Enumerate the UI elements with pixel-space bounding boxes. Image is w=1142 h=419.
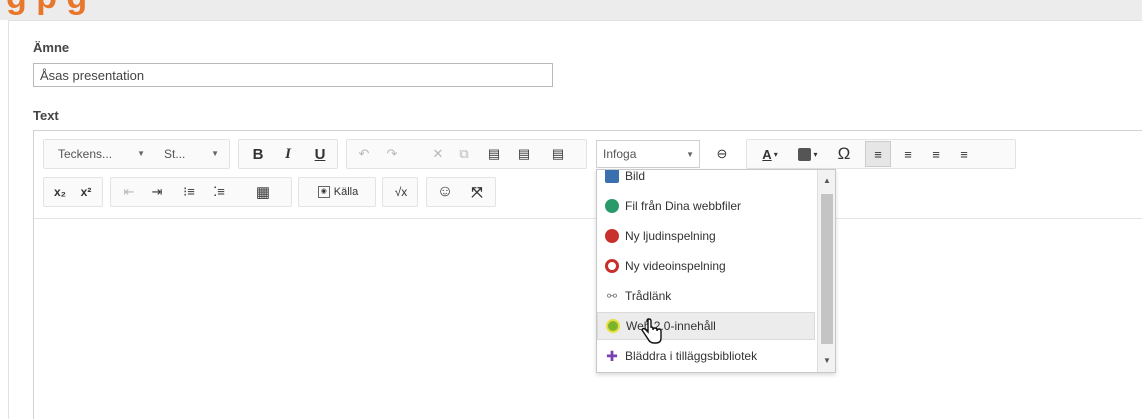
fullscreen-icon[interactable]: ⤧: [463, 178, 491, 206]
insert-menu-item-link[interactable]: ⚯ Trådlänk: [597, 282, 815, 310]
scroll-up-icon[interactable]: ▲: [823, 176, 831, 185]
align-right-icon[interactable]: ≡: [923, 140, 949, 168]
edit-group: ↶ ↷ ✕ ⧉ ▤ ▤ ▤: [346, 139, 587, 169]
indent-icon[interactable]: ⇥: [145, 178, 169, 206]
page-heading: g p g: [6, 0, 87, 17]
insert-menu-item-webfiles[interactable]: Fil från Dina webbfiler: [597, 192, 815, 220]
font-family-select[interactable]: Teckens... ▼: [52, 140, 150, 168]
menu-item-label: Bild: [625, 169, 646, 183]
bold-button[interactable]: B: [245, 140, 271, 168]
puzzle-icon: ✚: [606, 348, 618, 364]
misc-group: ☺ ⤧: [426, 177, 496, 207]
text-color-label: A: [762, 146, 772, 162]
text-style-group: B I U: [238, 139, 338, 169]
align-justify-icon[interactable]: ≡: [951, 140, 977, 168]
align-left-icon[interactable]: ≡: [865, 141, 891, 167]
subscript-button[interactable]: x₂: [48, 178, 72, 206]
source-label: Källa: [333, 186, 359, 198]
menu-item-label: Trådlänk: [625, 289, 672, 303]
image-icon: [605, 170, 619, 183]
bg-color-icon: [798, 147, 812, 161]
chevron-down-icon: ▼: [686, 150, 694, 159]
chevron-down-icon: ▾: [813, 149, 818, 159]
scroll-down-icon[interactable]: ▼: [823, 356, 831, 365]
smiley-icon[interactable]: ☺: [431, 178, 459, 206]
menu-item-label: Fil från Dina webbfiler: [625, 199, 742, 213]
scroll-thumb[interactable]: [821, 194, 833, 344]
insert-menu-scrollbar[interactable]: ▲ ▼: [817, 170, 835, 372]
insert-menu-item-library[interactable]: ✚ Bläddra i tilläggsbibliotek: [597, 342, 815, 370]
insert-menu-item-audio[interactable]: Ny ljudinspelning: [597, 222, 815, 250]
menu-item-label: Ny videoinspelning: [625, 259, 726, 273]
globe-icon: [605, 199, 619, 213]
chevron-down-icon: ▾: [773, 149, 778, 159]
web20-icon: [606, 319, 620, 333]
insert-menu-item-web20[interactable]: Web 2.0-innehåll: [597, 312, 815, 340]
source-icon: ◉: [317, 186, 330, 198]
table-icon[interactable]: ▦: [249, 178, 277, 206]
link-icon[interactable]: ⊖: [709, 140, 735, 168]
paste-text-icon[interactable]: ▤: [511, 140, 537, 168]
menu-item-label: Ny ljudinspelning: [625, 229, 716, 243]
chevron-down-icon: ▼: [137, 149, 145, 158]
paste-icon[interactable]: ▤: [481, 140, 507, 168]
special-char-button[interactable]: Ω: [831, 140, 857, 168]
insert-menu-item-image[interactable]: Bild: [597, 169, 815, 190]
math-group: √x: [382, 177, 418, 207]
list-group: ⇤ ⇥ ⁝≡ ⁚≡ ▦: [110, 177, 292, 207]
paste-word-icon[interactable]: ▤: [545, 140, 571, 168]
hand-cursor-icon: [641, 318, 662, 344]
align-center-icon[interactable]: ≡: [895, 140, 921, 168]
bullet-list-icon[interactable]: ⁚≡: [207, 178, 231, 206]
rich-text-editor[interactable]: Teckens... ▼ St... ▼ B I U ↶ ↷ ✕ ⧉ ▤ ▤ ▤…: [33, 130, 1142, 419]
cut-icon[interactable]: ✕: [425, 140, 451, 168]
color-align-group: A ▾ ▾ Ω ≡ ≡ ≡ ≡: [746, 139, 1016, 169]
insert-dropdown[interactable]: Infoga ▼: [596, 140, 700, 168]
insert-menu-item-video[interactable]: Ny videoinspelning: [597, 252, 815, 280]
undo-icon[interactable]: ↶: [351, 140, 377, 168]
underline-button[interactable]: U: [307, 140, 333, 168]
text-color-button[interactable]: A ▾: [753, 140, 787, 168]
outdent-icon[interactable]: ⇤: [117, 178, 141, 206]
source-group: ◉ Källa: [298, 177, 376, 207]
subject-input[interactable]: [33, 63, 553, 87]
font-size-select[interactable]: St... ▼: [158, 140, 224, 168]
superscript-button[interactable]: x²: [74, 178, 98, 206]
video-record-icon: [605, 259, 619, 273]
microphone-icon: [605, 229, 619, 243]
source-button[interactable]: ◉ Källa: [303, 178, 373, 206]
text-label: Text: [33, 108, 59, 123]
format-group: Teckens... ▼ St... ▼: [43, 139, 230, 169]
copy-icon[interactable]: ⧉: [451, 140, 477, 168]
insert-menu: Bild Fil från Dina webbfiler Ny ljudinsp…: [596, 169, 836, 373]
font-size-value: St...: [164, 147, 186, 161]
top-strip: g p g: [0, 0, 1142, 20]
italic-button[interactable]: I: [275, 140, 301, 168]
menu-item-label: Bläddra i tilläggsbibliotek: [625, 349, 758, 363]
editor-toolbar: Teckens... ▼ St... ▼ B I U ↶ ↷ ✕ ⧉ ▤ ▤ ▤…: [34, 131, 1142, 219]
numbered-list-icon[interactable]: ⁝≡: [177, 178, 201, 206]
font-family-value: Teckens...: [58, 147, 113, 161]
link-icon: ⚯: [606, 289, 618, 303]
insert-dropdown-label: Infoga: [603, 147, 637, 161]
subject-label: Ämne: [33, 40, 70, 55]
chevron-down-icon: ▼: [211, 149, 219, 158]
background-color-button[interactable]: ▾: [791, 140, 825, 168]
math-icon[interactable]: √x: [387, 178, 415, 206]
redo-icon[interactable]: ↷: [379, 140, 405, 168]
script-group: x₂ x²: [43, 177, 103, 207]
